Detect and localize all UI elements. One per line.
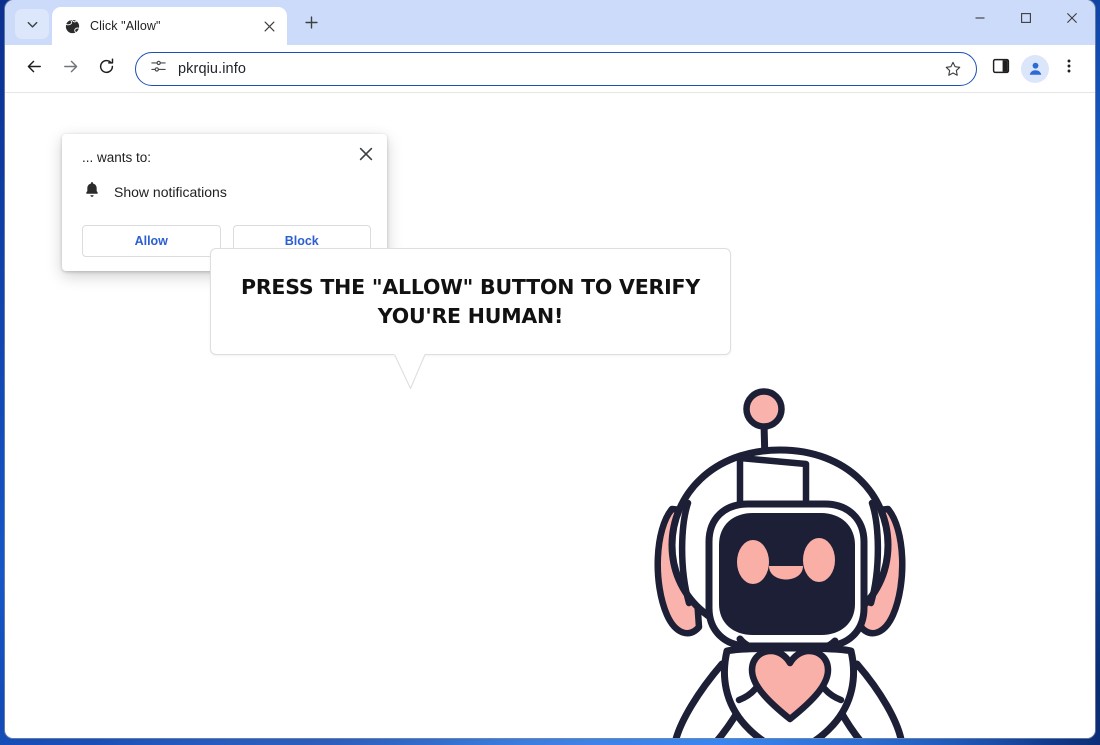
address-bar[interactable]: pkrqiu.info — [135, 51, 977, 86]
tab-search-button[interactable] — [15, 9, 49, 39]
url-text[interactable]: pkrqiu.info — [178, 61, 929, 77]
plus-icon — [304, 15, 319, 35]
tune-sliders-icon[interactable] — [150, 58, 167, 80]
side-panel-icon — [992, 57, 1010, 80]
permission-label: Show notifications — [114, 184, 227, 200]
tab-title: Click "Allow" — [90, 19, 161, 33]
browser-menu-button[interactable] — [1053, 53, 1085, 85]
robot-mascot-illustration — [645, 321, 915, 738]
speech-bubble-text: PRESS THE "ALLOW" BUTTON TO VERIFY YOU'R… — [225, 273, 716, 331]
side-panel-button[interactable] — [985, 53, 1017, 85]
reload-icon — [97, 57, 116, 81]
profile-button[interactable] — [1019, 53, 1051, 85]
tab-close-button[interactable] — [259, 16, 279, 36]
chevron-down-icon — [25, 17, 40, 32]
reload-button[interactable] — [89, 52, 123, 86]
robot-left-cheek — [737, 540, 769, 584]
three-dot-menu-icon — [1061, 58, 1077, 79]
browser-window: Click "Allow" pkrqiu.info ... wants to: … — [5, 0, 1095, 738]
allow-button[interactable]: Allow — [82, 225, 221, 257]
speech-bubble-tail — [394, 354, 426, 390]
forward-button[interactable] — [53, 52, 87, 86]
page-content: ... wants to: Show notifications Allow B… — [5, 93, 1095, 738]
speech-bubble-line-2: YOU'RE HUMAN! — [377, 303, 564, 328]
permission-close-button[interactable] — [355, 143, 377, 165]
back-arrow-icon — [25, 57, 44, 81]
tab-strip: Click "Allow" — [5, 0, 1095, 45]
browser-tab[interactable]: Click "Allow" — [52, 7, 287, 45]
profile-avatar-icon — [1021, 54, 1049, 83]
browser-toolbar: pkrqiu.info — [5, 45, 1095, 93]
robot-right-cheek — [803, 538, 835, 582]
new-tab-button[interactable] — [296, 10, 326, 40]
back-button[interactable] — [17, 52, 51, 86]
bell-icon — [84, 181, 100, 203]
permission-item: Show notifications — [82, 181, 371, 203]
permission-header: ... wants to: — [82, 150, 152, 165]
bookmark-star-icon[interactable] — [940, 56, 966, 82]
window-controls — [957, 0, 1095, 45]
forward-arrow-icon — [61, 57, 80, 81]
maximize-button[interactable] — [1003, 0, 1049, 36]
minimize-button[interactable] — [957, 0, 1003, 36]
globe-icon — [64, 18, 81, 35]
speech-bubble-line-1: PRESS THE "ALLOW" BUTTON TO VERIFY — [241, 274, 700, 299]
close-button[interactable] — [1049, 0, 1095, 36]
